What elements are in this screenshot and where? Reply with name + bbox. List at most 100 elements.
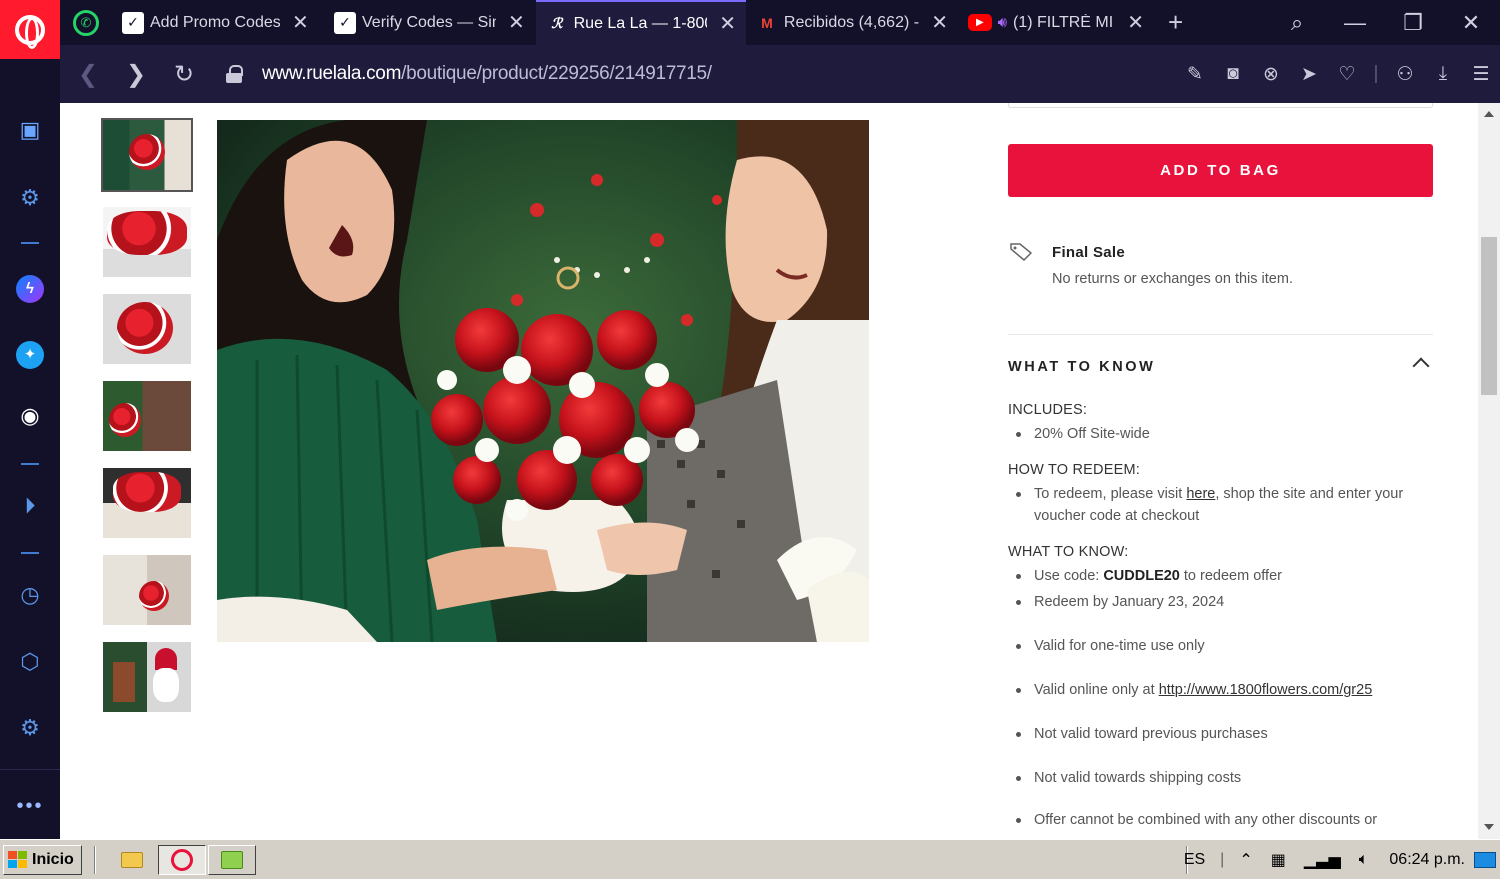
web-page: ADD TO BAG Final Sale No returns or exch… bbox=[60, 103, 1478, 839]
tab-youtube[interactable]: ▶ 🔊︎ (1) FILTRÈ MI ✕ bbox=[958, 0, 1154, 45]
taskbar-opera-button[interactable] bbox=[158, 845, 206, 875]
explorer-folder-icon[interactable] bbox=[112, 845, 152, 875]
final-sale-title: Final Sale bbox=[1052, 244, 1126, 261]
page-scrollbar[interactable] bbox=[1478, 103, 1500, 839]
extensions-cube-icon[interactable]: ⬡ bbox=[0, 649, 60, 675]
window-controls: ⌕ — ❐ ✕ bbox=[1268, 0, 1500, 45]
product-thumbnail[interactable] bbox=[103, 207, 191, 277]
product-thumbnail[interactable] bbox=[103, 555, 191, 625]
how-to-redeem-heading: HOW TO REDEEM: bbox=[1008, 462, 1140, 478]
aria-chip-icon[interactable]: ⚙︎ bbox=[0, 185, 60, 211]
windows-flag-icon bbox=[8, 851, 28, 869]
search-tabs-icon[interactable]: ⌕ bbox=[1268, 10, 1326, 36]
window-switch-icon bbox=[221, 851, 243, 869]
send-icon[interactable]: ➤ bbox=[1290, 63, 1328, 86]
volume-icon[interactable]: 🔈︎ bbox=[1359, 851, 1369, 869]
list-item: Use code: CUDDLE20 to redeem offer bbox=[1016, 565, 1433, 587]
scrollbar-thumb[interactable] bbox=[1481, 237, 1497, 395]
online-label: Valid online only at bbox=[1034, 682, 1159, 698]
twitch-icon[interactable]: ▣ bbox=[0, 117, 60, 143]
opera-logo-icon bbox=[15, 14, 45, 49]
minimize-icon[interactable]: — bbox=[1326, 10, 1384, 36]
easy-setup-icon[interactable]: ☰ bbox=[1462, 63, 1500, 86]
opera-menu-button[interactable] bbox=[0, 0, 60, 59]
lock-icon[interactable] bbox=[226, 65, 243, 83]
close-tab-icon[interactable]: ✕ bbox=[1127, 10, 1144, 35]
tab-title: (1) FILTRÈ MI bbox=[1013, 13, 1114, 31]
divider: | bbox=[1373, 63, 1379, 84]
twitter-icon[interactable]: ✦ bbox=[0, 339, 60, 369]
history-clock-icon[interactable]: ◷ bbox=[0, 582, 60, 608]
restore-icon[interactable]: ❐ bbox=[1384, 10, 1442, 36]
product-main-image[interactable] bbox=[217, 120, 869, 642]
url-field[interactable]: www.ruelala.com/boutique/product/229256/… bbox=[262, 63, 712, 85]
url-host: www.ruelala.com bbox=[262, 63, 402, 84]
forward-icon[interactable]: ❯ bbox=[112, 60, 160, 89]
list-item: Redeem by January 23, 2024 bbox=[1016, 591, 1433, 613]
close-tab-icon[interactable]: ✕ bbox=[508, 10, 525, 35]
close-tab-icon[interactable]: ✕ bbox=[719, 11, 736, 36]
tab-add-promo-codes[interactable]: ✓ Add Promo Codes ✕ bbox=[112, 0, 324, 45]
list-item: Not valid towards shipping costs bbox=[1016, 767, 1433, 789]
product-thumbnail[interactable] bbox=[101, 118, 193, 192]
product-thumbnail[interactable] bbox=[103, 381, 191, 451]
show-desktop-icon[interactable] bbox=[1474, 852, 1496, 868]
language-indicator[interactable]: ES bbox=[1184, 851, 1205, 869]
tab-list: ✆ ✓ Add Promo Codes ✕ ✓ Verify Codes — S… bbox=[60, 0, 1197, 45]
final-sale-subtitle: No returns or exchanges on this item. bbox=[1052, 271, 1293, 287]
pinned-tab-whatsapp[interactable]: ✆ bbox=[60, 0, 112, 45]
edit-share-icon[interactable]: ✎ bbox=[1176, 63, 1214, 86]
start-label: Inicio bbox=[32, 851, 74, 868]
network-icon[interactable]: ▦ bbox=[1271, 850, 1286, 870]
includes-heading: INCLUDES: bbox=[1008, 402, 1088, 418]
product-photo-illustration bbox=[217, 120, 869, 642]
opera-taskbar-icon bbox=[171, 849, 193, 871]
scroll-down-arrow-icon[interactable] bbox=[1484, 824, 1494, 830]
player-icon[interactable]: ⏵ bbox=[0, 493, 60, 519]
online-offer-link[interactable]: http://www.1800flowers.com/gr25 bbox=[1159, 682, 1373, 698]
download-icon[interactable]: ⤓ bbox=[1424, 63, 1462, 85]
address-bar: ❮ ❯ ↻ www.ruelala.com/boutique/product/2… bbox=[60, 45, 1500, 103]
tab-verify-codes[interactable]: ✓ Verify Codes — Sim ✕ bbox=[324, 0, 536, 45]
scroll-up-arrow-icon[interactable] bbox=[1484, 111, 1494, 117]
list-item: Offer cannot be combined with any other … bbox=[1016, 809, 1433, 831]
snapshot-camera-icon[interactable]: ◙ bbox=[1214, 63, 1252, 85]
list-item: Not valid toward previous purchases bbox=[1016, 723, 1433, 745]
signal-bars-icon[interactable]: ▁▃▅ bbox=[1304, 850, 1341, 870]
redeem-here-link[interactable]: here bbox=[1186, 486, 1215, 502]
taskbar-separator bbox=[94, 846, 96, 874]
close-tab-icon[interactable]: ✕ bbox=[292, 10, 309, 35]
add-to-bag-button[interactable]: ADD TO BAG bbox=[1008, 144, 1433, 197]
discord-icon[interactable]: ◉ bbox=[0, 403, 60, 429]
url-path: /boutique/product/229256/214917715/ bbox=[401, 63, 712, 84]
more-options-icon[interactable]: ••• bbox=[0, 795, 60, 818]
close-window-icon[interactable]: ✕ bbox=[1442, 10, 1500, 36]
gmail-icon: M bbox=[761, 14, 773, 31]
tab-gmail[interactable]: M Recibidos (4,662) - ✕ bbox=[746, 0, 958, 45]
close-tab-icon[interactable]: ✕ bbox=[931, 10, 948, 35]
adblock-icon[interactable]: ⊗ bbox=[1252, 63, 1290, 86]
new-tab-button[interactable]: + bbox=[1154, 0, 1197, 45]
size-select-field[interactable] bbox=[1008, 103, 1433, 108]
settings-gear-icon[interactable]: ⚙ bbox=[0, 715, 60, 741]
product-thumbnail[interactable] bbox=[103, 294, 191, 364]
heart-icon[interactable]: ♡ bbox=[1328, 63, 1366, 86]
reload-icon[interactable]: ↻ bbox=[160, 60, 208, 89]
taskbar-window-button[interactable] bbox=[208, 845, 256, 875]
tray-expand-icon[interactable]: ⌃ bbox=[1239, 850, 1252, 870]
tab-rue-la-la[interactable]: ℛ Rue La La — 1-800 ✕ bbox=[536, 0, 746, 45]
browser-tab-strip: ✆ ✓ Add Promo Codes ✕ ✓ Verify Codes — S… bbox=[0, 0, 1500, 59]
product-thumbnail[interactable] bbox=[103, 468, 191, 538]
product-thumbnail[interactable] bbox=[103, 642, 191, 712]
opera-sidebar: ▣ ⚙︎ ϟ ✦ ◉ ⏵ ◷ ⬡ ⚙ ••• bbox=[0, 59, 60, 839]
start-button[interactable]: Inicio bbox=[3, 845, 82, 875]
messenger-icon[interactable]: ϟ bbox=[0, 273, 60, 303]
profile-icon[interactable]: ⚇ bbox=[1386, 63, 1424, 86]
whatsapp-square-icon: ✓ bbox=[122, 11, 144, 34]
collapse-chevron-up-icon[interactable] bbox=[1412, 357, 1430, 375]
sidebar-divider bbox=[21, 463, 39, 465]
back-icon[interactable]: ❮ bbox=[64, 60, 112, 89]
sidebar-divider bbox=[21, 552, 39, 554]
what-to-know-heading[interactable]: WHAT TO KNOW bbox=[1008, 359, 1155, 375]
speaker-icon[interactable]: 🔊︎ bbox=[998, 14, 1007, 31]
